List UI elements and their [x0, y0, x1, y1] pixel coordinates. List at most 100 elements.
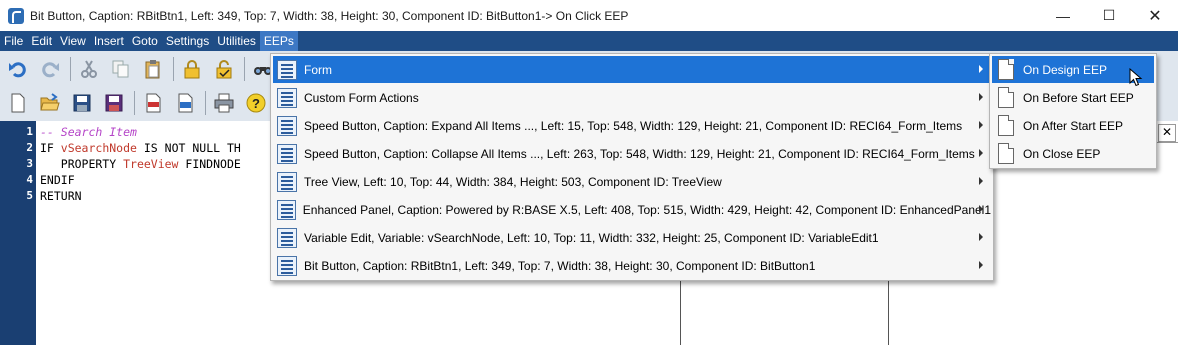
menu-item-label: On Design EEP	[1023, 62, 1108, 77]
menu-insert[interactable]: Insert	[90, 31, 128, 51]
paste-icon	[145, 60, 160, 79]
save-button[interactable]	[68, 89, 96, 117]
lock-icon	[184, 60, 200, 79]
help-icon: ?	[246, 93, 266, 113]
code-line: ENDIF	[40, 172, 75, 188]
maximize-button[interactable]: ☐	[1086, 0, 1132, 31]
menu-item-label: Tree View, Left: 10, Top: 44, Width: 384…	[304, 174, 722, 189]
menu-eeps[interactable]: EEPs	[259, 31, 298, 51]
toolbar-separator	[173, 57, 174, 81]
save-as-button[interactable]	[100, 89, 128, 117]
document-icon	[998, 115, 1014, 136]
code-token: ENDIF	[40, 173, 75, 187]
mouse-pointer-icon	[1129, 68, 1143, 87]
eeps-menu-item-custom-form-actions[interactable]: Custom Form Actions	[273, 84, 991, 111]
copy-icon	[112, 60, 129, 78]
code-line: IF vSearchNode IS NOT NULL TH	[40, 140, 241, 156]
eeps-menu-item-bit-button[interactable]: Bit Button, Caption: RBitBtn1, Left: 349…	[273, 252, 991, 279]
component-icon	[277, 171, 297, 192]
line-number: 1	[26, 125, 33, 138]
svg-text:?: ?	[252, 96, 260, 111]
close-button[interactable]: ✕	[1132, 0, 1178, 31]
unlock-button[interactable]	[210, 55, 238, 83]
line-number: 3	[26, 157, 33, 170]
submenu-arrow-icon	[979, 261, 983, 269]
menu-item-label: Speed Button, Caption: Collapse All Item…	[304, 146, 975, 161]
menu-item-label: Variable Edit, Variable: vSearchNode, Le…	[304, 230, 879, 245]
menu-item-label: Form	[304, 62, 332, 77]
code-token: FINDNODE	[178, 157, 241, 171]
help-button[interactable]: ?	[242, 89, 270, 117]
code-line: RETURN	[40, 188, 82, 204]
copy-button[interactable]	[107, 55, 135, 83]
export-rtf-button[interactable]	[139, 89, 167, 117]
export-html-icon	[178, 93, 193, 113]
component-icon	[277, 227, 297, 248]
code-line: PROPERTY TreeView FINDNODE	[40, 156, 241, 172]
eeps-menu-item-speed-button-expand[interactable]: Speed Button, Caption: Expand All Items …	[273, 112, 991, 139]
line-number: 2	[26, 141, 33, 154]
menu-edit[interactable]: Edit	[27, 31, 56, 51]
save-icon	[73, 94, 91, 112]
eeps-menu: Form Custom Form Actions Speed Button, C…	[270, 53, 994, 281]
undo-button[interactable]	[4, 55, 32, 83]
toolbar-separator	[70, 57, 71, 81]
new-file-icon	[11, 93, 25, 113]
menu-settings[interactable]: Settings	[162, 31, 213, 51]
eeps-menu-item-speed-button-collapse[interactable]: Speed Button, Caption: Collapse All Item…	[273, 140, 991, 167]
unlock-icon	[216, 60, 232, 79]
submenu-item-on-close-eep[interactable]: On Close EEP	[992, 140, 1154, 167]
component-icon	[277, 255, 297, 276]
form-icon	[277, 87, 297, 108]
menu-view[interactable]: View	[56, 31, 90, 51]
export-rtf-icon	[146, 93, 161, 113]
code-comment: -- Search Item	[40, 125, 137, 139]
code-variable: TreeView	[123, 157, 179, 171]
submenu-item-on-before-start-eep[interactable]: On Before Start EEP	[992, 84, 1154, 111]
eeps-menu-item-tree-view[interactable]: Tree View, Left: 10, Top: 44, Width: 384…	[273, 168, 991, 195]
close-panel-icon[interactable]: ✕	[1158, 124, 1176, 142]
submenu-arrow-icon	[979, 205, 983, 213]
component-icon	[277, 143, 297, 164]
print-button[interactable]	[210, 89, 238, 117]
menu-item-label: On Before Start EEP	[1023, 90, 1134, 105]
submenu-arrow-icon	[979, 65, 983, 73]
code-line: -- Search Item	[40, 124, 137, 140]
menu-utilities[interactable]: Utilities	[213, 31, 260, 51]
submenu-arrow-icon	[979, 233, 983, 241]
eeps-menu-item-form[interactable]: Form	[273, 56, 991, 83]
toolbar-row-1	[4, 53, 281, 85]
open-folder-button[interactable]	[36, 89, 64, 117]
menu-item-label: Speed Button, Caption: Expand All Items …	[304, 118, 963, 133]
code-token: RETURN	[40, 189, 82, 203]
code-token: IS NOT NULL TH	[136, 141, 241, 155]
new-file-button[interactable]	[4, 89, 32, 117]
menu-bar: File Edit View Insert Goto Settings Util…	[0, 31, 1178, 51]
paste-button[interactable]	[139, 55, 167, 83]
document-icon	[998, 59, 1014, 80]
cut-button[interactable]	[75, 55, 103, 83]
eeps-menu-item-variable-edit[interactable]: Variable Edit, Variable: vSearchNode, Le…	[273, 224, 991, 251]
code-token: IF	[40, 141, 61, 155]
window-title: Bit Button, Caption: RBitBtn1, Left: 349…	[30, 8, 629, 23]
redo-button[interactable]	[36, 55, 64, 83]
redo-icon	[42, 62, 59, 78]
lock-button[interactable]	[178, 55, 206, 83]
eeps-menu-item-enhanced-panel[interactable]: Enhanced Panel, Caption: Powered by R:BA…	[273, 196, 991, 223]
code-token: PROPERTY	[40, 157, 124, 171]
open-folder-icon	[40, 93, 60, 111]
app-icon	[8, 7, 24, 24]
menu-file[interactable]: File	[0, 31, 27, 51]
submenu-arrow-icon	[979, 93, 983, 101]
toolbar-row-2: ?	[4, 87, 274, 119]
submenu-item-on-after-start-eep[interactable]: On After Start EEP	[992, 112, 1154, 139]
document-icon	[998, 143, 1014, 164]
menu-item-label: Enhanced Panel, Caption: Powered by R:BA…	[302, 202, 991, 217]
menu-item-label: On Close EEP	[1023, 146, 1101, 161]
print-icon	[214, 93, 234, 113]
title-bar: Bit Button, Caption: RBitBtn1, Left: 349…	[0, 0, 1178, 31]
minimize-button[interactable]: —	[1040, 0, 1086, 31]
menu-goto[interactable]: Goto	[128, 31, 162, 51]
line-number: 4	[26, 173, 33, 186]
export-html-button[interactable]	[171, 89, 199, 117]
